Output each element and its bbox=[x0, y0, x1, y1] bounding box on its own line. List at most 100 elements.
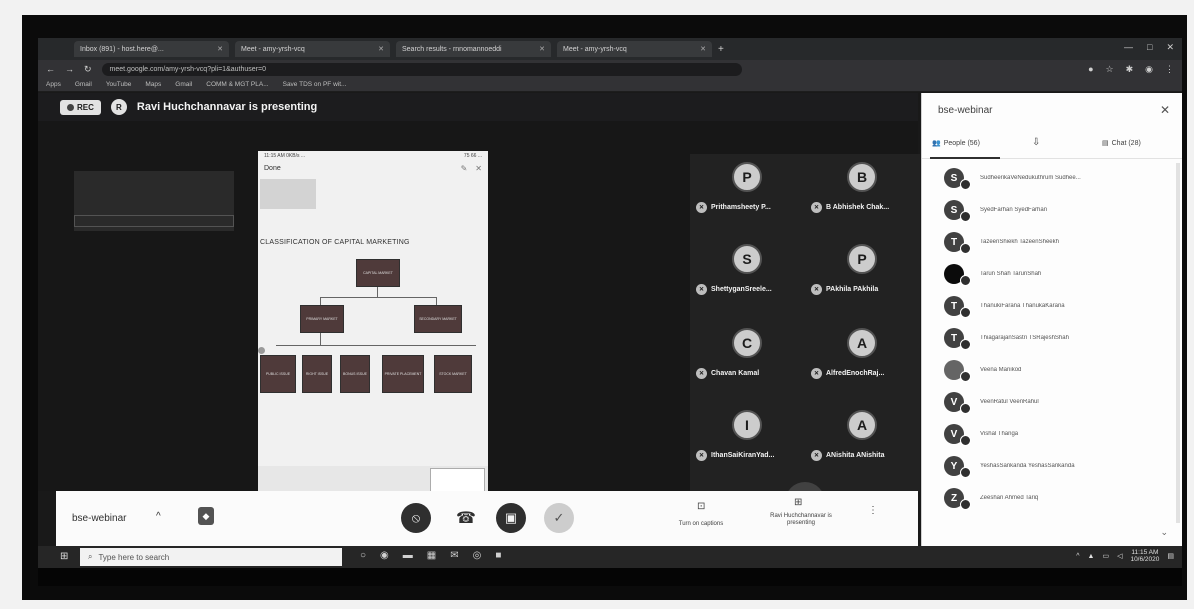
forward-icon[interactable]: → bbox=[65, 64, 74, 74]
close-icon[interactable]: ✕ bbox=[378, 45, 384, 53]
sort-icon[interactable]: ⇩ bbox=[1032, 137, 1040, 148]
list-item[interactable]: S SyedFarhan SyedFarhan bbox=[944, 195, 1174, 225]
present-icon[interactable]: ⊞ bbox=[794, 497, 802, 508]
bookmark[interactable]: COMM & MGT PLA... bbox=[206, 81, 268, 88]
presenting-status[interactable]: Ravi Huchchannavar is presenting bbox=[764, 513, 838, 527]
people-panel: bse-webinar ✕ 👥 People (56) ⇩ ▤ Chat (28) … bbox=[921, 93, 1182, 546]
more-options-icon[interactable]: ⋮ bbox=[868, 505, 878, 516]
diagram-box-stock-market: STOCK MARKET bbox=[434, 355, 472, 393]
chevron-up-icon[interactable]: ^ bbox=[156, 511, 161, 522]
edit-icon[interactable]: ✎ bbox=[461, 164, 468, 173]
battery-icon[interactable]: ▭ bbox=[1102, 552, 1109, 560]
chevron-down-icon[interactable]: ⌄ bbox=[1160, 527, 1168, 538]
meeting-name[interactable]: bse-webinar bbox=[72, 513, 126, 524]
bookmark[interactable]: YouTube bbox=[106, 81, 132, 88]
mail-icon[interactable]: ✉ bbox=[450, 550, 458, 561]
presenter-avatar: R bbox=[110, 99, 127, 115]
bookmark[interactable]: Apps bbox=[46, 81, 61, 88]
mic-off-icon bbox=[960, 179, 971, 190]
minimize-icon[interactable]: — bbox=[1124, 42, 1133, 53]
list-item[interactable]: Z Zeeshan Ahmed Tariq bbox=[944, 483, 1174, 513]
store-icon[interactable]: ▦ bbox=[427, 550, 436, 561]
star-icon[interactable]: ☆ bbox=[1106, 64, 1114, 75]
list-item[interactable]: Veena Manikod bbox=[944, 355, 1174, 385]
participant-tile[interactable]: B ✕ B Abhishek Chak... bbox=[805, 158, 920, 230]
taskbar-search-input[interactable]: ⌕ Type here to search bbox=[80, 548, 342, 566]
notifications-icon[interactable]: ▤ bbox=[1167, 552, 1174, 560]
bookmark[interactable]: Maps bbox=[145, 81, 161, 88]
url-field[interactable]: meet.google.com/amy-yrsh-vcq?pli=1&authu… bbox=[101, 62, 742, 76]
back-icon[interactable]: ← bbox=[46, 64, 55, 74]
participant-tile[interactable]: A ✕ AlfredEnochRaj... bbox=[805, 324, 920, 396]
end-call-button[interactable]: ☎ bbox=[451, 503, 481, 533]
close-icon[interactable]: ✕ bbox=[700, 45, 706, 53]
tile-name-row: ✕ B Abhishek Chak... bbox=[811, 202, 889, 213]
bookmark[interactable]: Save TDS on PF wit... bbox=[283, 81, 347, 88]
app-icon[interactable]: ■ bbox=[495, 550, 501, 561]
tab-people[interactable]: 👥 People (56) bbox=[932, 139, 980, 148]
scrollbar[interactable] bbox=[1176, 163, 1180, 523]
windows-start-icon[interactable]: ⊞ bbox=[60, 551, 68, 562]
menu-icon[interactable]: ⋮ bbox=[1165, 64, 1174, 75]
extension-icon[interactable]: ✱ bbox=[1126, 64, 1134, 75]
list-item[interactable]: V Vishal Thanga bbox=[944, 419, 1174, 449]
panel-title: bse-webinar bbox=[938, 105, 993, 116]
participant-tile[interactable]: S ✕ ShettyganSreele... bbox=[690, 240, 805, 312]
presenting-banner: Ravi Huchchannavar is presenting bbox=[136, 101, 318, 113]
done-button[interactable]: Done bbox=[264, 165, 281, 172]
camera-toggle-button[interactable]: ▣ bbox=[496, 503, 526, 533]
mic-off-icon: ✕ bbox=[696, 450, 707, 461]
browser-tab[interactable]: Inbox (891) - host.here@... ✕ bbox=[74, 41, 229, 57]
participant-tile[interactable]: C ✕ Chavan Kamal bbox=[690, 324, 805, 396]
close-icon[interactable]: ✕ bbox=[539, 45, 545, 53]
captions-icon[interactable]: ⊡ bbox=[697, 501, 705, 512]
list-item[interactable]: Y YeshasSankanda YeshasSankanda bbox=[944, 451, 1174, 481]
close-icon[interactable]: ✕ bbox=[475, 164, 482, 173]
close-icon[interactable]: ✕ bbox=[1160, 103, 1170, 117]
mini-preview bbox=[430, 468, 485, 492]
chrome-icon[interactable]: ◉ bbox=[380, 550, 389, 561]
list-item[interactable]: T TazeenShiekh TazeenSheekh bbox=[944, 227, 1174, 257]
bookmark[interactable]: Gmail bbox=[175, 81, 192, 88]
tray-chevron-icon[interactable]: ^ bbox=[1076, 553, 1079, 560]
profile-icon[interactable]: ◉ bbox=[1145, 64, 1153, 75]
taskbar-clock[interactable]: 11:15 AM 10/6/2020 bbox=[1130, 549, 1159, 563]
list-item[interactable]: Tarun Shah TarunShah bbox=[944, 259, 1174, 289]
raise-hand-button[interactable]: ✓ bbox=[544, 503, 574, 533]
list-item[interactable]: T ThanukiFarana ThanukaKarana bbox=[944, 291, 1174, 321]
avatar-initial: V bbox=[950, 428, 958, 440]
list-item[interactable]: V VeenRatul VeenRahul bbox=[944, 387, 1174, 417]
avatar: V bbox=[944, 424, 971, 446]
network-icon[interactable]: ▲ bbox=[1088, 553, 1095, 560]
maximize-icon[interactable]: □ bbox=[1147, 42, 1152, 53]
participant-tile[interactable]: P ✕ Prithamsheety P... bbox=[690, 158, 805, 230]
whatsapp-icon[interactable]: ◎ bbox=[473, 550, 482, 561]
captions-button[interactable]: Turn on captions bbox=[661, 521, 741, 528]
participant-name: SudheerikaVeNedukuthrum Sudhee... bbox=[980, 175, 1081, 181]
participant-tile[interactable]: P ✕ PAkhila PAkhila bbox=[805, 240, 920, 312]
participant-tile[interactable]: A ✕ ANishita ANishita bbox=[805, 406, 920, 478]
reload-icon[interactable]: ↻ bbox=[84, 64, 92, 75]
slider-handle[interactable] bbox=[258, 347, 265, 354]
list-item[interactable]: S SudheerikaVeNedukuthrum Sudhee... bbox=[944, 163, 1174, 193]
participant-tile[interactable]: I ✕ IthanSaiKiranYad... bbox=[690, 406, 805, 478]
browser-tab[interactable]: Meet - amy-yrsh-vcq ✕ bbox=[235, 41, 390, 57]
list-item[interactable]: T ThiagarajanSastri TSRajeshShah bbox=[944, 323, 1174, 353]
tab-chat[interactable]: ▤ Chat (28) bbox=[1102, 139, 1141, 148]
bookmark[interactable]: Gmail bbox=[75, 81, 92, 88]
avatar-initial: Z bbox=[950, 492, 958, 504]
task-view-icon[interactable]: ○ bbox=[360, 550, 366, 561]
volume-icon[interactable]: ◁ bbox=[1117, 552, 1122, 560]
avatar-initial: T bbox=[950, 300, 958, 312]
close-icon[interactable]: ✕ bbox=[217, 45, 223, 53]
clock-date: 10/6/2020 bbox=[1130, 556, 1160, 564]
browser-tab[interactable]: Meet - amy-yrsh-vcq ✕ bbox=[557, 41, 712, 57]
close-window-icon[interactable]: ✕ bbox=[1166, 42, 1174, 53]
mic-off-icon bbox=[960, 499, 971, 510]
new-tab-button[interactable]: + bbox=[718, 44, 732, 55]
browser-tab[interactable]: Search results - rnnomannoeddi ✕ bbox=[396, 41, 551, 57]
file-explorer-icon[interactable]: ▬ bbox=[403, 550, 413, 561]
shield-icon[interactable]: ◆ bbox=[198, 507, 214, 525]
key-icon[interactable]: ● bbox=[1088, 64, 1093, 75]
mic-toggle-button[interactable]: ⦸ bbox=[401, 503, 431, 533]
